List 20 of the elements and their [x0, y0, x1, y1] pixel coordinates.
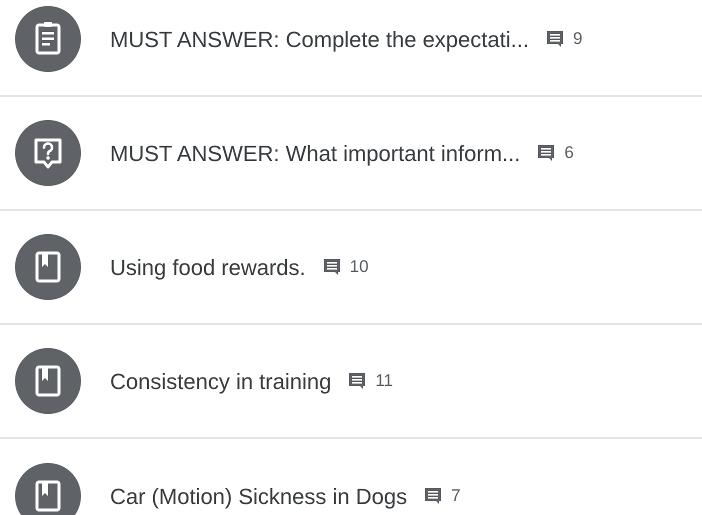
- book-icon: [15, 463, 81, 515]
- comment-count: 10: [350, 256, 369, 278]
- comment-count: 6: [564, 142, 574, 164]
- comment-icon: [423, 486, 444, 506]
- comment-icon: [536, 143, 556, 163]
- item-title[interactable]: MUST ANSWER: Complete the expectati...: [110, 22, 529, 56]
- item-title[interactable]: Consistency in training: [110, 364, 332, 398]
- comment-icon: [322, 257, 342, 277]
- item-title[interactable]: MUST ANSWER: What important inform...: [110, 136, 520, 170]
- item-title[interactable]: Using food rewards.: [110, 250, 306, 284]
- clipboard-icon: [15, 6, 81, 72]
- question-icon: [15, 120, 81, 186]
- comment-icon: [544, 29, 565, 49]
- book-icon: [15, 348, 81, 414]
- comment-count: 11: [375, 370, 393, 392]
- item-title[interactable]: Car (Motion) Sickness in Dogs: [110, 480, 408, 512]
- comment-count: 7: [451, 485, 461, 508]
- comment-icon: [347, 371, 368, 391]
- comment-count: 9: [572, 28, 582, 50]
- book-icon: [15, 234, 81, 300]
